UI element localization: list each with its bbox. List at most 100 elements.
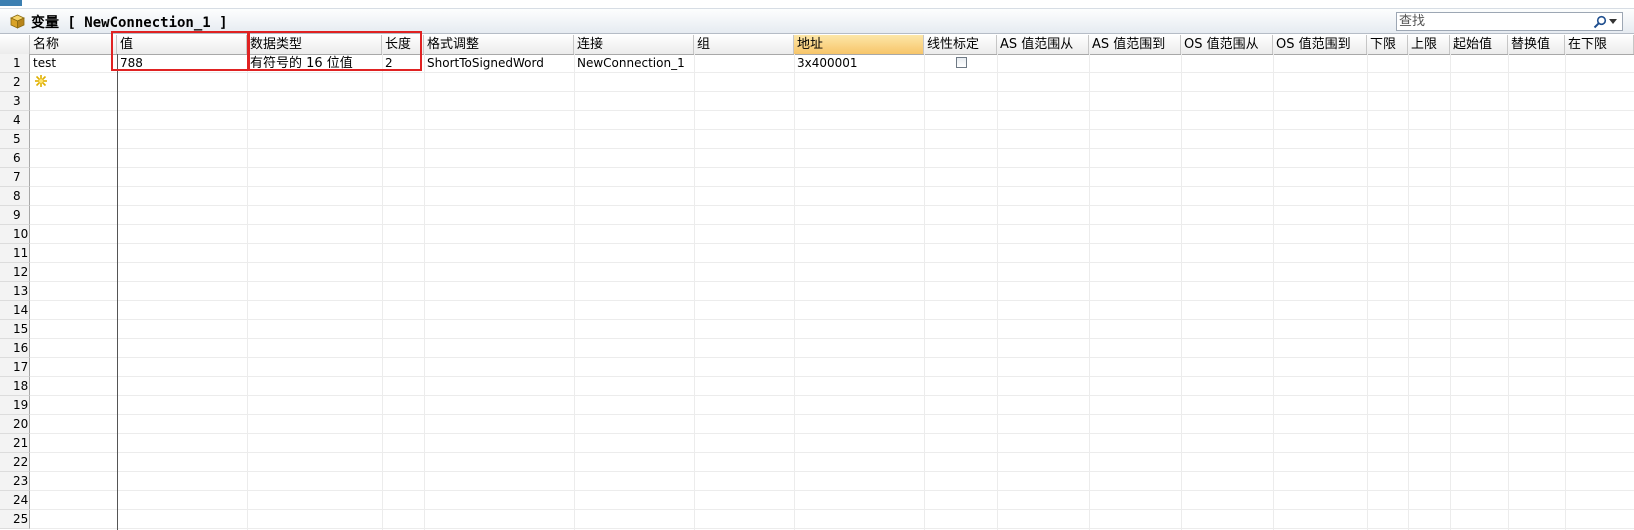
column-header-connection[interactable]: 连接 — [574, 35, 694, 54]
row-number[interactable]: 10 — [0, 225, 30, 244]
linear-scaling-checkbox[interactable] — [956, 57, 967, 68]
column-header-linear-scaling[interactable]: 线性标定 — [924, 35, 997, 54]
chevron-down-icon[interactable] — [1609, 19, 1617, 24]
cell-name[interactable]: test — [30, 54, 117, 73]
row-number[interactable]: 6 — [0, 149, 30, 168]
row-gridline — [30, 471, 1634, 472]
row-gridline — [30, 205, 1634, 206]
row-gridline — [30, 300, 1634, 301]
row-number[interactable]: 14 — [0, 301, 30, 320]
top-strip — [0, 0, 1634, 8]
row-gridline — [30, 148, 1634, 149]
cube-icon — [10, 14, 25, 29]
row-number[interactable]: 8 — [0, 187, 30, 206]
row-gridline — [30, 395, 1634, 396]
column-header-high-limit[interactable]: 上限 — [1408, 35, 1450, 54]
search-icon[interactable] — [1593, 15, 1607, 29]
new-row-star-icon[interactable] — [34, 74, 48, 88]
column-header-format[interactable]: 格式调整 — [424, 35, 574, 54]
active-tab-marker[interactable] — [0, 0, 22, 6]
row-number[interactable]: 2 — [0, 73, 30, 92]
row-gridline — [30, 243, 1634, 244]
column-header-name[interactable]: 名称 — [30, 35, 117, 54]
cell-group[interactable] — [694, 54, 794, 73]
search-field[interactable] — [1396, 12, 1623, 31]
row-number[interactable]: 15 — [0, 320, 30, 339]
column-gridline — [1450, 54, 1451, 530]
column-header-low-limit[interactable]: 下限 — [1367, 35, 1408, 54]
row-gridline — [30, 490, 1634, 491]
variables-table: 名称 值 数据类型 长度 格式调整 连接 组 地址 线性标定 AS 值范围从 A… — [0, 31, 1634, 530]
row-number[interactable]: 11 — [0, 244, 30, 263]
column-header-at-low-limit[interactable]: 在下限 — [1565, 35, 1634, 54]
row-number[interactable]: 20 — [0, 415, 30, 434]
row-number[interactable]: 23 — [0, 472, 30, 491]
row-gridline — [30, 224, 1634, 225]
cell-connection[interactable]: NewConnection_1 — [574, 54, 694, 73]
row-gridline — [30, 357, 1634, 358]
row-gridline — [30, 338, 1634, 339]
column-gridline — [794, 54, 795, 530]
row-gridline — [30, 281, 1634, 282]
column-gridline — [997, 54, 998, 530]
row-number[interactable]: 19 — [0, 396, 30, 415]
row-number[interactable]: 3 — [0, 92, 30, 111]
column-gridline — [574, 54, 575, 530]
column-gridline — [1273, 54, 1274, 530]
row-number[interactable]: 24 — [0, 491, 30, 510]
column-gridline — [1508, 54, 1509, 530]
search-input[interactable] — [1399, 13, 1579, 30]
row-gridline — [30, 167, 1634, 168]
row-number[interactable]: 1 — [0, 54, 30, 73]
row-number[interactable]: 13 — [0, 282, 30, 301]
column-header-os-range-from[interactable]: OS 值范围从 — [1181, 35, 1273, 54]
row-number[interactable]: 22 — [0, 453, 30, 472]
row-number[interactable]: 18 — [0, 377, 30, 396]
row-gridline — [30, 433, 1634, 434]
row-gridline — [30, 414, 1634, 415]
row-number[interactable]: 9 — [0, 206, 30, 225]
row-gridline — [30, 91, 1634, 92]
row-gridline — [30, 452, 1634, 453]
row-gridline — [30, 110, 1634, 111]
column-header-group[interactable]: 组 — [694, 35, 794, 54]
row-number[interactable]: 16 — [0, 339, 30, 358]
column-gridline — [1565, 54, 1566, 530]
column-header-address[interactable]: 地址 — [794, 35, 924, 54]
row-gridline — [30, 319, 1634, 320]
row-gridline — [30, 186, 1634, 187]
column-gridline — [1408, 54, 1409, 530]
cell-format[interactable]: ShortToSignedWord — [424, 54, 574, 73]
row-gridline — [30, 528, 1634, 529]
annotation-box-value — [111, 31, 249, 71]
column-gridline — [247, 54, 248, 530]
row-number[interactable]: 17 — [0, 358, 30, 377]
row-number[interactable]: 5 — [0, 130, 30, 149]
row-number[interactable]: 25 — [0, 510, 30, 529]
row-gridline — [30, 509, 1634, 510]
row-number[interactable]: 21 — [0, 434, 30, 453]
row-number[interactable]: 12 — [0, 263, 30, 282]
column-gridline — [924, 54, 925, 530]
row-gridline — [30, 262, 1634, 263]
column-header-substitute-value[interactable]: 替换值 — [1508, 35, 1565, 54]
annotation-box-type-length — [248, 31, 422, 71]
column-header-as-range-to[interactable]: AS 值范围到 — [1089, 35, 1181, 54]
column-gridline — [1181, 54, 1182, 530]
column-gridline — [694, 54, 695, 530]
column-header-start-value[interactable]: 起始值 — [1450, 35, 1508, 54]
row-number[interactable]: 4 — [0, 111, 30, 130]
column-gridline — [424, 54, 425, 530]
row-gridline — [30, 376, 1634, 377]
row-gridline — [30, 129, 1634, 130]
column-header-os-range-to[interactable]: OS 值范围到 — [1273, 35, 1367, 54]
editor-title: 变量 [ NewConnection_1 ] — [31, 15, 228, 31]
column-gridline — [1089, 54, 1090, 530]
column-divider — [117, 54, 118, 530]
row-number[interactable]: 7 — [0, 168, 30, 187]
corner-cell[interactable] — [0, 35, 30, 54]
column-header-as-range-from[interactable]: AS 值范围从 — [997, 35, 1089, 54]
cell-address[interactable]: 3x400001 — [794, 54, 924, 73]
column-gridline — [1367, 54, 1368, 530]
column-gridline — [382, 54, 383, 530]
